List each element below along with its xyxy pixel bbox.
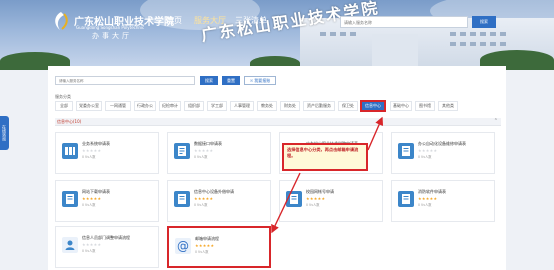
rating-stars: ★★★★★ [82, 148, 102, 153]
category-tab-info-center[interactable]: 信息中心 [360, 100, 386, 112]
service-name: 网站下载申请表 [82, 189, 110, 194]
svg-text:@: @ [177, 239, 189, 253]
document-icon [286, 191, 302, 207]
server-icon [62, 143, 78, 159]
service-count: 0 Vv人数 [194, 155, 208, 159]
nav-service-hall[interactable]: 服务大厅 [194, 15, 226, 26]
category-label: 服务分类 [55, 94, 71, 99]
category-tab[interactable]: 人事管理 [230, 101, 254, 111]
service-name: 数据接口申请表 [194, 141, 222, 146]
category-tab[interactable]: 党委办公室 [76, 101, 102, 111]
rating-stars: ★★★★★ [82, 196, 102, 201]
rating-stars: ★★★★★ [82, 242, 102, 247]
search-button[interactable]: 搜索 [200, 76, 218, 85]
section-title: 信息中心(10) [57, 119, 82, 124]
service-name: 校园网帐号申请 [306, 189, 334, 194]
service-name: 邮箱申请流程 [195, 236, 219, 241]
instruction-text: 选择信息中心分类，再点击邮箱申请流程。 [287, 147, 359, 158]
service-card[interactable]: 消防软件申请表 ★★★★★ 0 Vv人数 [391, 180, 495, 222]
header-search-box [340, 16, 468, 28]
rating-stars: ★★★★★ [194, 196, 214, 201]
service-name: 信息人员部门调整申请流程 [82, 235, 130, 240]
service-count: 0 Vv人数 [82, 155, 96, 159]
category-tab[interactable]: 其他类 [438, 101, 458, 111]
service-count: 0 Vv人数 [82, 203, 96, 207]
site-subtitle: 办事大厅 [92, 32, 132, 40]
service-card[interactable]: 数据接口申请表 ★★★★★ 0 Vv人数 [167, 132, 271, 174]
header-search-input[interactable] [341, 17, 467, 27]
category-tab[interactable]: 基础中心 [390, 101, 412, 111]
document-icon [62, 191, 78, 207]
online-consult-tab[interactable]: 在线咨询 [0, 116, 9, 150]
service-count: 0 Vv人数 [194, 203, 208, 207]
category-tab[interactable]: 保卫处 [338, 101, 358, 111]
service-card[interactable]: 办公自动化设备维修申请表 ★★★★★ 0 Vv人数 [391, 132, 495, 174]
category-tab[interactable]: 资产后勤服务 [303, 101, 335, 111]
service-count: 0 Vv人数 [306, 203, 320, 207]
nav-three-lists[interactable]: 三张清单 [235, 15, 267, 26]
service-count: 0 Vv人数 [195, 250, 209, 254]
service-count: 0 Vv人数 [418, 155, 432, 159]
service-name: 业务系统申请表 [82, 141, 110, 146]
header-search-button[interactable]: 搜索 [472, 16, 496, 28]
rating-stars: ★★★★★ [418, 148, 438, 153]
school-logo-icon [55, 12, 68, 30]
category-tab[interactable]: 行政办公 [134, 101, 156, 111]
side-tab-label: 在线咨询 [2, 125, 7, 141]
service-search-input[interactable] [56, 77, 194, 84]
rating-stars: ★★★★★ [195, 243, 215, 248]
service-count: 0 Vv人数 [418, 203, 432, 207]
user-group-icon [62, 237, 78, 253]
service-card[interactable]: 校园网帐号申请 ★★★★★ 0 Vv人数 [279, 180, 383, 222]
document-icon [398, 143, 414, 159]
service-name: 办公自动化设备维修申请表 [418, 141, 466, 146]
service-card[interactable]: 信息中心设备外借申请 ★★★★★ 0 Vv人数 [167, 180, 271, 222]
document-icon [174, 143, 190, 159]
category-tab[interactable]: 全部 [55, 101, 73, 111]
apply-button-label: 我要报账 [254, 77, 271, 83]
category-tab[interactable]: 财务处 [280, 101, 300, 111]
rating-stars: ★★★★★ [418, 196, 438, 201]
service-name: 信息中心设备外借申请 [194, 189, 234, 194]
reset-button[interactable]: 重置 [222, 76, 240, 85]
at-mail-icon: @ [175, 238, 191, 254]
rating-stars: ★★★★★ [306, 196, 326, 201]
category-tab[interactable]: 图书馆 [415, 101, 435, 111]
service-name: 消防软件申请表 [418, 189, 446, 194]
category-tab[interactable]: 纪检审计 [159, 101, 181, 111]
service-card[interactable]: 网站下载申请表 ★★★★★ 0 Vv人数 [55, 180, 159, 222]
category-tab[interactable]: 教务处 [257, 101, 277, 111]
document-icon [174, 191, 190, 207]
category-tab[interactable]: 组织部 [184, 101, 204, 111]
service-filter-box [55, 76, 195, 85]
apply-button[interactable]: ☉ 我要报账 [244, 76, 276, 85]
rating-stars: ★★★★★ [194, 148, 214, 153]
service-count: 0 Vv人数 [82, 249, 96, 253]
category-tab[interactable]: 学工部 [207, 101, 227, 111]
category-tab[interactable]: 一网通管 [105, 101, 131, 111]
info-center-section-header[interactable]: 信息中心(10) ⌃ [55, 118, 501, 126]
campus-tower [372, 34, 418, 70]
person-icon: ☉ [249, 78, 254, 83]
document-icon [398, 191, 414, 207]
collapse-icon[interactable]: ⌃ [494, 118, 498, 124]
school-english-name: Guangdong Songshan Polytechnic [76, 25, 145, 30]
mailbox-application-card[interactable]: @ 邮箱申请流程 ★★★★★ 0 Vv人数 [167, 226, 271, 268]
header-banner: 广东松山职业技术学院 [0, 0, 554, 70]
service-card[interactable]: 业务系统申请表 ★★★★★ 0 Vv人数 [55, 132, 159, 174]
nav-home[interactable]: 首页 [166, 15, 182, 26]
service-card[interactable]: 信息人员部门调整申请流程 ★★★★★ 0 Vv人数 [55, 226, 159, 268]
service-panel: 搜索 重置 ☉ 我要报账 服务分类 全部 党委办公室 一网通管 行政办公 纪检审… [48, 66, 506, 270]
instruction-callout: 选择信息中心分类，再点击邮箱申请流程。 [282, 143, 368, 171]
